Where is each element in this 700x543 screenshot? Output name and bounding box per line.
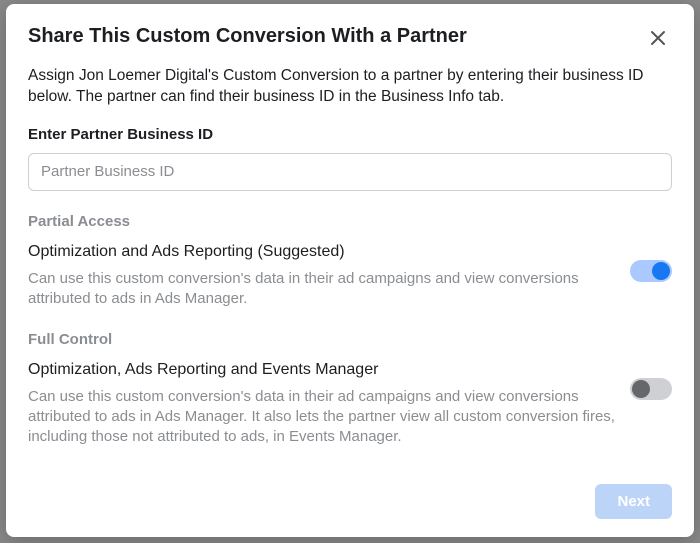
modal-header: Share This Custom Conversion With a Part…: [28, 24, 672, 52]
business-id-input[interactable]: [28, 153, 672, 191]
full-control-label: Full Control: [28, 331, 672, 348]
partial-access-title: Optimization and Ads Reporting (Suggeste…: [28, 242, 616, 263]
partial-access-label: Partial Access: [28, 213, 672, 230]
partial-access-option: Optimization and Ads Reporting (Suggeste…: [28, 242, 672, 309]
modal-intro: Assign Jon Loemer Digital's Custom Conve…: [28, 66, 672, 108]
toggle-knob: [652, 262, 670, 280]
share-conversion-modal: Share This Custom Conversion With a Part…: [6, 4, 694, 537]
partial-access-toggle[interactable]: [630, 260, 672, 282]
modal-footer: Next: [28, 470, 672, 519]
full-control-title: Optimization, Ads Reporting and Events M…: [28, 360, 616, 381]
business-id-label: Enter Partner Business ID: [28, 126, 672, 143]
toggle-knob: [632, 380, 650, 398]
next-button[interactable]: Next: [595, 484, 672, 519]
full-control-desc: Can use this custom conversion's data in…: [28, 387, 616, 448]
modal-title: Share This Custom Conversion With a Part…: [28, 24, 467, 48]
full-control-option: Optimization, Ads Reporting and Events M…: [28, 360, 672, 448]
partial-access-desc: Can use this custom conversion's data in…: [28, 269, 616, 310]
close-button[interactable]: [644, 24, 672, 52]
full-control-text: Optimization, Ads Reporting and Events M…: [28, 360, 616, 448]
partial-access-text: Optimization and Ads Reporting (Suggeste…: [28, 242, 616, 309]
close-icon: [650, 30, 666, 46]
full-control-toggle[interactable]: [630, 378, 672, 400]
